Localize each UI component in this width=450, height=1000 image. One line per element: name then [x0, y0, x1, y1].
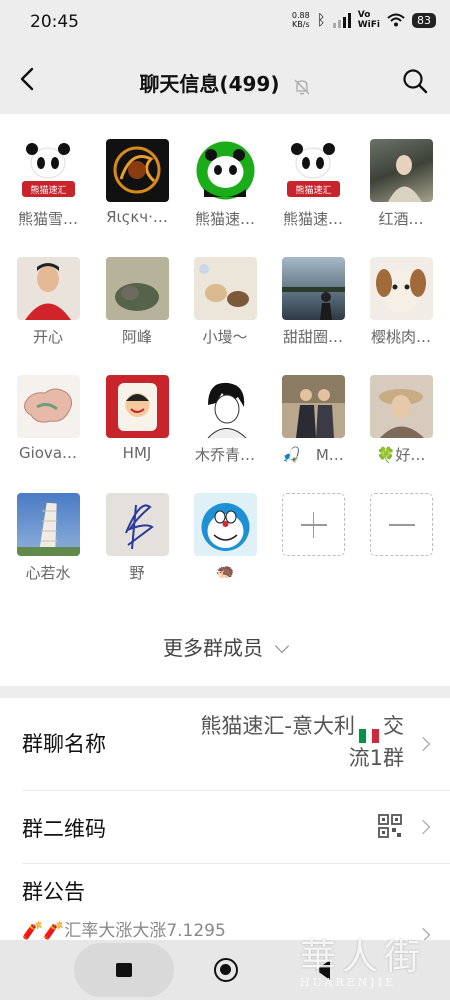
member-item[interactable]: 樱桃肉…: [358, 257, 444, 347]
search-icon[interactable]: [402, 68, 428, 94]
vowifi-label: Vo WiFi: [357, 10, 380, 30]
circle-icon: [214, 958, 238, 982]
signature-avatar-icon: [105, 493, 169, 556]
member-name: 红酒…: [378, 210, 424, 228]
mute-bell-icon: [294, 79, 310, 95]
home-button[interactable]: [186, 943, 266, 997]
bluetooth-icon: ᛒ: [316, 11, 326, 29]
member-item[interactable]: 熊猫速汇 熊猫速…: [270, 139, 356, 229]
green-panda-avatar-icon: [193, 139, 257, 202]
group-name-value: 熊猫速汇-意大利交 流1群: [200, 714, 404, 770]
watermark-title: 華人街: [300, 937, 427, 978]
page-title: 聊天信息(499): [139, 72, 280, 96]
cartoon-avatar-icon: [105, 375, 169, 438]
member-name: 心若水: [25, 564, 71, 582]
chevron-right-icon: [415, 736, 431, 752]
member-item[interactable]: 🎣 M…: [270, 375, 356, 465]
member-name: 阿峰: [121, 328, 152, 346]
add-member-button[interactable]: [270, 493, 356, 556]
member-name: 甜甜圈…: [282, 328, 343, 346]
anime-avatar-icon: [193, 375, 257, 438]
member-item[interactable]: Яιςκч·…: [94, 139, 180, 226]
member-item[interactable]: 野: [94, 493, 180, 583]
member-name: 熊猫速…: [282, 210, 343, 228]
remove-member-button[interactable]: [358, 493, 444, 556]
svg-text:熊猫速汇: 熊猫速汇: [30, 184, 66, 196]
member-name: 熊猫速…: [194, 210, 255, 228]
member-item[interactable]: 甜甜圈…: [270, 257, 356, 347]
pisa-tower-avatar-icon: [16, 493, 80, 556]
member-item[interactable]: 红酒…: [358, 139, 444, 229]
member-item[interactable]: 熊猫速汇 熊猫雪…: [5, 139, 91, 229]
status-icons: 0.88 KB/s ᛒ Vo WiFi 83: [292, 10, 436, 30]
status-time: 20:45: [30, 12, 79, 32]
minus-icon[interactable]: [369, 493, 433, 556]
dog-photo-avatar-icon: [369, 257, 433, 320]
member-name: Яιςκч·…: [106, 208, 168, 226]
member-name: 🦔: [215, 562, 235, 580]
net-speed: 0.88 KB/s: [291, 11, 310, 29]
photo-avatar-icon: [369, 375, 433, 438]
member-item[interactable]: 熊猫速…: [182, 139, 268, 229]
cat-photo-avatar-icon: [105, 257, 169, 320]
member-item[interactable]: 开心: [5, 257, 91, 347]
panda-logo-avatar-icon: 熊猫速汇: [16, 139, 80, 202]
panda-logo-avatar-icon: 熊猫速汇: [281, 139, 345, 202]
member-item[interactable]: Giova…: [5, 375, 91, 462]
china-map-avatar-icon: [16, 375, 80, 438]
member-name: 熊猫雪…: [17, 210, 78, 228]
chevron-right-icon: [415, 819, 431, 835]
signal-icon: [332, 12, 351, 28]
more-members-label: 更多群成员: [163, 636, 263, 660]
member-name: 🎣 M…: [282, 446, 344, 464]
member-grid: 熊猫速汇 熊猫雪… Яιςκч·… 熊猫速… 熊猫速汇 熊猫速… 红酒… 开心 …: [0, 114, 450, 686]
photo-avatar-icon: [281, 375, 345, 438]
qr-code-icon: [378, 814, 402, 838]
member-item[interactable]: 阿峰: [94, 257, 180, 347]
group-name-label: 群聊名称: [22, 732, 106, 756]
status-bar: 20:45 0.88 KB/s ᛒ Vo WiFi 83: [0, 0, 450, 44]
square-icon: [116, 963, 132, 977]
italy-flag-icon: [359, 720, 379, 743]
member-item[interactable]: 小墁～: [182, 257, 268, 347]
group-qr-row[interactable]: 群二维码: [0, 791, 450, 863]
svg-text:熊猫速汇: 熊猫速汇: [295, 184, 331, 196]
battery-indicator: 83: [412, 12, 436, 28]
member-name: 木乔青…: [194, 446, 255, 464]
member-name: 樱桃肉…: [370, 328, 431, 346]
photo-avatar-icon: [369, 139, 433, 202]
member-item[interactable]: HMJ: [94, 375, 180, 462]
notice-label: 群公告: [22, 880, 85, 904]
recents-button[interactable]: [74, 943, 174, 997]
nav-bar: 聊天信息(499): [0, 44, 450, 114]
member-name: 开心: [32, 328, 63, 346]
member-name: 野: [129, 564, 145, 582]
qr-label: 群二维码: [22, 817, 106, 841]
photo-avatar-icon: [16, 257, 80, 320]
more-members-link[interactable]: 更多群成员: [0, 632, 450, 661]
member-item[interactable]: 木乔青…: [182, 375, 268, 465]
photo-avatar-icon: [281, 257, 345, 320]
title-container: 聊天信息(499): [0, 68, 450, 97]
member-name: 小墁～: [202, 328, 248, 346]
group-name-row[interactable]: 群聊名称 熊猫速汇-意大利交 流1群: [0, 698, 450, 790]
member-name: Giova…: [18, 444, 78, 462]
member-name: HMJ: [122, 444, 152, 462]
notice-text: 🧨🧨汇率大涨大涨7.1295: [22, 921, 226, 941]
chevron-down-icon: [274, 638, 290, 654]
member-item[interactable]: 心若水: [5, 493, 91, 583]
doraemon-avatar-icon: [193, 493, 257, 556]
member-item[interactable]: 🦔: [182, 493, 268, 580]
plus-icon[interactable]: [281, 493, 345, 556]
cat-photo-avatar-icon: [193, 257, 257, 320]
watermark: 華人街 HUARENJIE: [300, 928, 426, 989]
wifi-icon: [387, 13, 405, 27]
dragon-avatar-icon: [105, 139, 169, 202]
member-item[interactable]: 🍀好…: [358, 375, 444, 465]
member-name: 🍀好…: [376, 446, 426, 464]
